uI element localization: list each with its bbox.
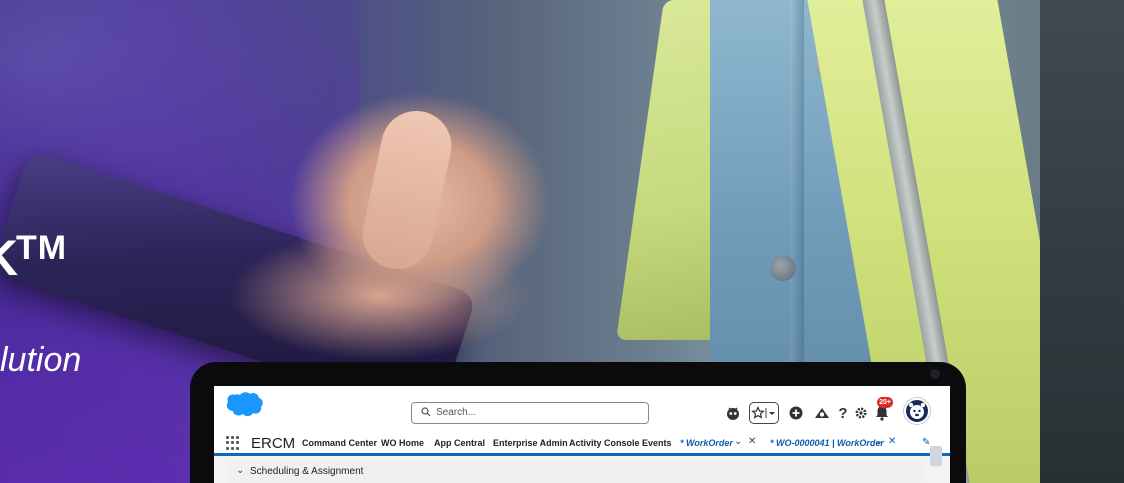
background-shadow	[1040, 0, 1124, 483]
nav-item-events[interactable]: Events	[642, 438, 672, 448]
chevron-down-icon[interactable]: ⌄	[734, 436, 742, 447]
search-icon	[421, 407, 431, 417]
global-header: Search... ? 20+	[214, 386, 950, 432]
laptop-camera	[930, 369, 940, 379]
close-icon[interactable]: ✕	[748, 436, 756, 447]
nav-item-app-central[interactable]: App Central	[434, 438, 485, 448]
avatar-icon[interactable]	[904, 398, 930, 424]
add-icon[interactable]	[786, 402, 806, 424]
chevron-down-icon[interactable]: ⌄	[875, 436, 883, 447]
nav-item-wo-home[interactable]: WO Home	[381, 438, 424, 448]
trailhead-icon[interactable]	[812, 402, 832, 424]
close-icon[interactable]: ✕	[888, 436, 896, 447]
tab-wo-0000041[interactable]: * WO-0000041 | WorkOrder	[770, 438, 884, 448]
section-scheduling-assignment[interactable]: ⌄ Scheduling & Assignment	[228, 462, 922, 483]
nav-item-enterprise-admin[interactable]: Enterprise Admin	[493, 438, 568, 448]
app-navigation-bar: ERCM Command Center WO Home App Central …	[214, 432, 950, 456]
app-name: ERCM	[251, 435, 296, 452]
notification-count-badge: 20+	[877, 397, 893, 408]
trademark-symbol: TM	[16, 229, 68, 267]
favorites-icon[interactable]	[749, 402, 779, 424]
nav-item-command-center[interactable]: Command Center	[302, 438, 377, 448]
gear-icon[interactable]	[852, 402, 870, 424]
salesforce-logo-icon[interactable]	[224, 390, 264, 418]
global-search-input[interactable]: Search...	[411, 402, 649, 424]
hero-tagline: lution	[0, 341, 82, 379]
app-launcher-icon[interactable]	[226, 436, 240, 450]
search-placeholder: Search...	[436, 407, 477, 418]
chevron-down-icon: ⌄	[236, 465, 245, 476]
shirt-button	[770, 255, 796, 281]
help-icon[interactable]: ?	[836, 402, 850, 424]
section-label: Scheduling & Assignment	[250, 466, 364, 477]
tab-workorder[interactable]: * WorkOrder	[680, 438, 733, 448]
scrollbar[interactable]	[930, 446, 942, 466]
astro-icon[interactable]	[723, 402, 743, 424]
nav-item-activity-console[interactable]: Activity Console	[569, 438, 640, 448]
laptop-screen: Search... ? 20+ ERCM Command Center WO H…	[214, 386, 950, 483]
